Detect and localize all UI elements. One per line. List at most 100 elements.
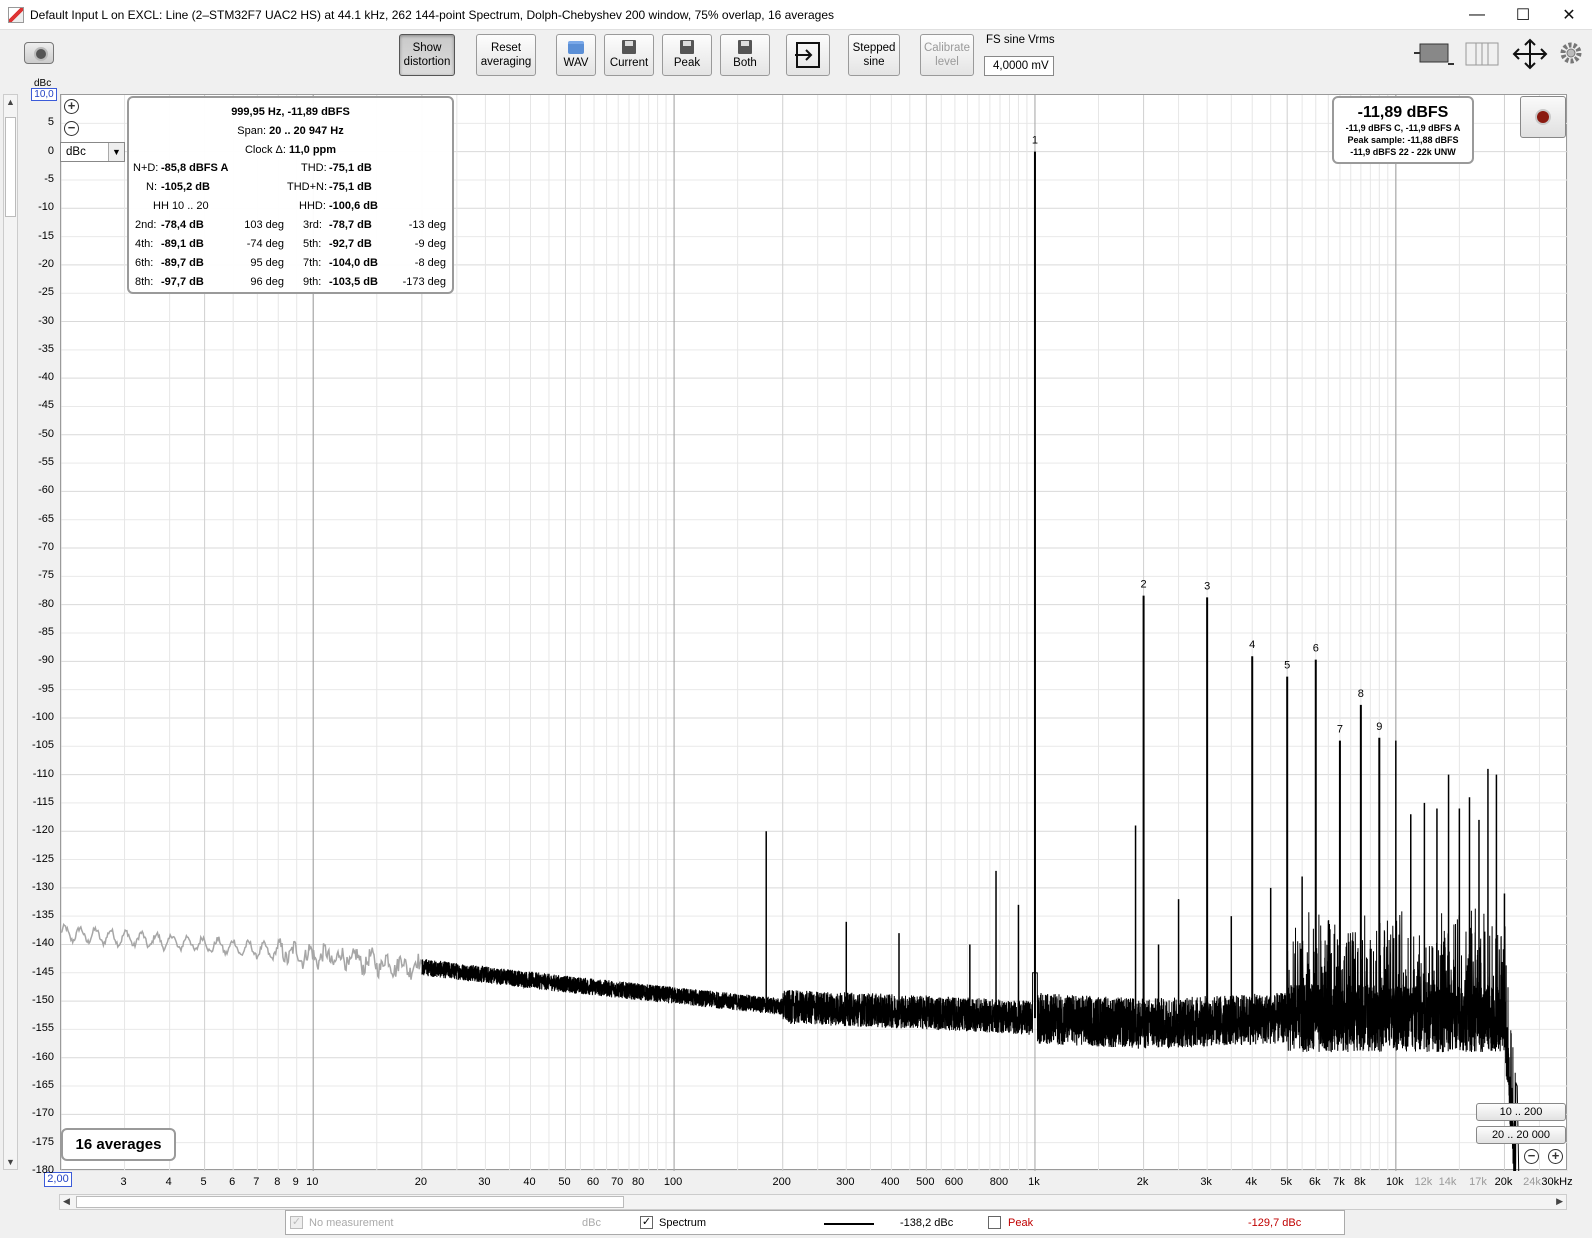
level-line-3: -11,9 dBFS 22 - 22k UNW bbox=[1350, 147, 1456, 157]
clock-value: 11,0 ppm bbox=[288, 144, 337, 156]
harmonic-phase: -9 deg bbox=[414, 238, 446, 250]
move-arrows-icon[interactable] bbox=[1512, 38, 1548, 70]
y-tick-label: -150 bbox=[31, 994, 54, 1007]
legend-bar: ✓ No measurement dBc ✓ Spectrum -138,2 d… bbox=[285, 1210, 1345, 1235]
vertical-scrollbar[interactable]: ▲ ▼ bbox=[3, 94, 18, 1170]
calibrate-level-button[interactable]: Calibrate level bbox=[920, 34, 974, 76]
fs-sine-input[interactable]: 4,0000 mV bbox=[984, 56, 1054, 76]
harmonic-phase: -173 deg bbox=[402, 276, 446, 288]
app-window: Default Input L on EXCL: Line (2–STM32F7… bbox=[0, 0, 1592, 1238]
y-tick-label: -175 bbox=[31, 1135, 54, 1148]
harmonic-peak-label: 2 bbox=[1141, 579, 1147, 591]
y-tick-label: -80 bbox=[38, 597, 54, 610]
x-tick-label: 2k bbox=[1136, 1176, 1149, 1188]
screen-layout-icon[interactable] bbox=[1414, 40, 1454, 68]
x-tick-label: 500 bbox=[916, 1176, 935, 1188]
vertical-scroll-thumb[interactable] bbox=[5, 117, 16, 217]
harmonic-phase: -8 deg bbox=[414, 257, 446, 269]
x-tick-label: 30 bbox=[478, 1176, 491, 1188]
horizontal-scrollbar[interactable]: ◀ ▶ bbox=[59, 1194, 1567, 1210]
y-tick-label: -135 bbox=[31, 909, 54, 922]
y-tick-label: -25 bbox=[38, 286, 54, 299]
span-10-200-button[interactable]: 10 .. 200 bbox=[1476, 1103, 1566, 1121]
spectrum-checkbox[interactable]: ✓ bbox=[640, 1216, 653, 1229]
x-tick-label: 70 bbox=[611, 1176, 624, 1188]
span-20-20000-button[interactable]: 20 .. 20 000 bbox=[1476, 1126, 1566, 1144]
zoom-in-icon[interactable]: + bbox=[64, 99, 79, 114]
maximize-button[interactable]: ☐ bbox=[1500, 0, 1546, 30]
y-tick-label: -160 bbox=[31, 1050, 54, 1063]
y-tick-label: -110 bbox=[32, 767, 54, 780]
show-distortion-button[interactable]: Show distortion bbox=[399, 34, 455, 76]
stepped-sine-label-2: sine bbox=[863, 56, 885, 68]
x-tick-label: 800 bbox=[989, 1176, 1009, 1188]
y-tick-label: -40 bbox=[38, 371, 54, 384]
harmonic-value: -103,5 dB bbox=[329, 276, 378, 288]
reset-averaging-button[interactable]: Reset averaging bbox=[476, 34, 536, 76]
y-tick-label: -60 bbox=[38, 484, 54, 497]
harmonic-phase: 95 deg bbox=[250, 257, 284, 269]
peak-label: Peak bbox=[673, 57, 701, 69]
calibrate-level-label-2: level bbox=[935, 56, 959, 68]
no-measurement-label: No measurement bbox=[309, 1217, 394, 1229]
spectrum-label: Spectrum bbox=[659, 1217, 707, 1229]
no-measurement-checkbox[interactable]: ✓ bbox=[290, 1216, 303, 1229]
scroll-right-icon[interactable]: ▶ bbox=[1556, 1196, 1563, 1207]
y-tick-label: -50 bbox=[38, 427, 54, 440]
scroll-down-icon[interactable]: ▼ bbox=[6, 1157, 15, 1167]
export-button[interactable] bbox=[786, 34, 830, 76]
clock-label: Clock Δ: bbox=[244, 144, 286, 156]
y-tick-label: -180 bbox=[31, 1164, 54, 1176]
fs-sine-label: FS sine Vrms bbox=[986, 34, 1055, 46]
minimize-button[interactable]: — bbox=[1454, 0, 1500, 30]
calibrate-level-label-1: Calibrate bbox=[923, 42, 971, 54]
x-tick-label: 10k bbox=[1385, 1176, 1404, 1188]
harmonic-phase: 96 deg bbox=[250, 276, 284, 288]
record-button[interactable] bbox=[1520, 96, 1566, 138]
x-tick-label: 4k bbox=[1245, 1176, 1258, 1188]
y-tick-label: -115 bbox=[32, 795, 54, 808]
y-tick-label: -65 bbox=[38, 512, 54, 525]
y-tick-label: -100 bbox=[31, 710, 54, 723]
x-tick-label: 6k bbox=[1308, 1176, 1321, 1188]
y-tick-label: -85 bbox=[38, 626, 54, 638]
split-view-icon[interactable] bbox=[1464, 40, 1500, 68]
x-tick-label: 10 bbox=[306, 1176, 319, 1188]
stepped-sine-button[interactable]: Stepped sine bbox=[848, 34, 900, 76]
wav-button[interactable]: WAV bbox=[556, 34, 596, 76]
chevron-down-icon[interactable]: ▼ bbox=[108, 143, 124, 161]
gear-icon[interactable] bbox=[1558, 40, 1584, 66]
x-tick-label: 9 bbox=[292, 1176, 299, 1188]
x-tick-label: 5 bbox=[200, 1176, 207, 1188]
span-value: 20 .. 20 947 Hz bbox=[269, 125, 344, 137]
thd-value: -75,1 dB bbox=[329, 162, 372, 174]
n-label: N: bbox=[146, 181, 157, 193]
scroll-left-icon[interactable]: ◀ bbox=[63, 1196, 70, 1207]
save-both-button[interactable]: Both bbox=[720, 34, 770, 76]
y-tick-label: -10 bbox=[38, 201, 54, 214]
harmonic-peak-label: 8 bbox=[1358, 688, 1364, 700]
harmonic-value: -97,7 dB bbox=[161, 276, 204, 288]
save-peak-button[interactable]: Peak bbox=[662, 34, 712, 76]
horizontal-scroll-thumb[interactable] bbox=[76, 1196, 624, 1208]
x-zoom-out-icon[interactable]: − bbox=[1524, 1149, 1539, 1164]
x-tick-label: 20k bbox=[1494, 1176, 1513, 1188]
x-tick-label: 100 bbox=[663, 1176, 683, 1188]
close-button[interactable]: ✕ bbox=[1546, 0, 1592, 30]
x-tick-label: 20 bbox=[414, 1176, 427, 1188]
hh-label: HH 10 .. 20 bbox=[153, 200, 209, 212]
harmonic-label: 2nd: bbox=[135, 219, 157, 231]
x-tick-label: 30kHz bbox=[1541, 1176, 1573, 1188]
y-tick-label: -130 bbox=[31, 880, 54, 893]
x-zoom-in-icon[interactable]: + bbox=[1548, 1149, 1563, 1164]
y-tick-label: -45 bbox=[38, 399, 54, 412]
scroll-up-icon[interactable]: ▲ bbox=[6, 97, 15, 107]
export-icon bbox=[795, 42, 820, 68]
unit-select[interactable]: dBc ▼ bbox=[60, 142, 125, 162]
peak-checkbox[interactable] bbox=[988, 1216, 1001, 1229]
x-tick-label: 24k bbox=[1523, 1176, 1541, 1188]
save-current-button[interactable]: Current bbox=[604, 34, 654, 76]
window-title: Default Input L on EXCL: Line (2–STM32F7… bbox=[30, 7, 834, 22]
zoom-out-icon[interactable]: − bbox=[64, 121, 79, 136]
span-row: Span: 20 .. 20 947 Hz bbox=[129, 125, 452, 137]
